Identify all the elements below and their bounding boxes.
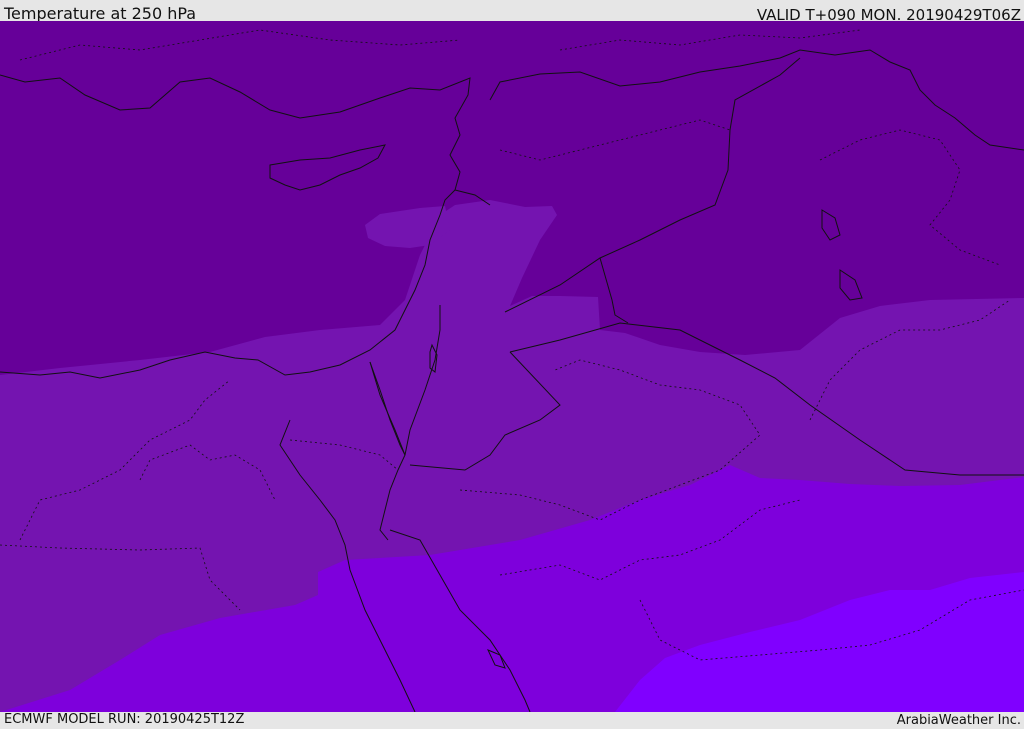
header-bar: Temperature at 250 hPa VALID T+090 MON. … [0, 0, 1024, 24]
map-canvas [0, 21, 1024, 712]
credit: ArabiaWeather Inc. [896, 713, 1021, 728]
temperature-map[interactable] [0, 21, 1024, 712]
footer-bar: ECMWF MODEL RUN: 20190425T12Z ArabiaWeat… [0, 712, 1024, 729]
model-run: ECMWF MODEL RUN: 20190425T12Z [4, 712, 245, 727]
